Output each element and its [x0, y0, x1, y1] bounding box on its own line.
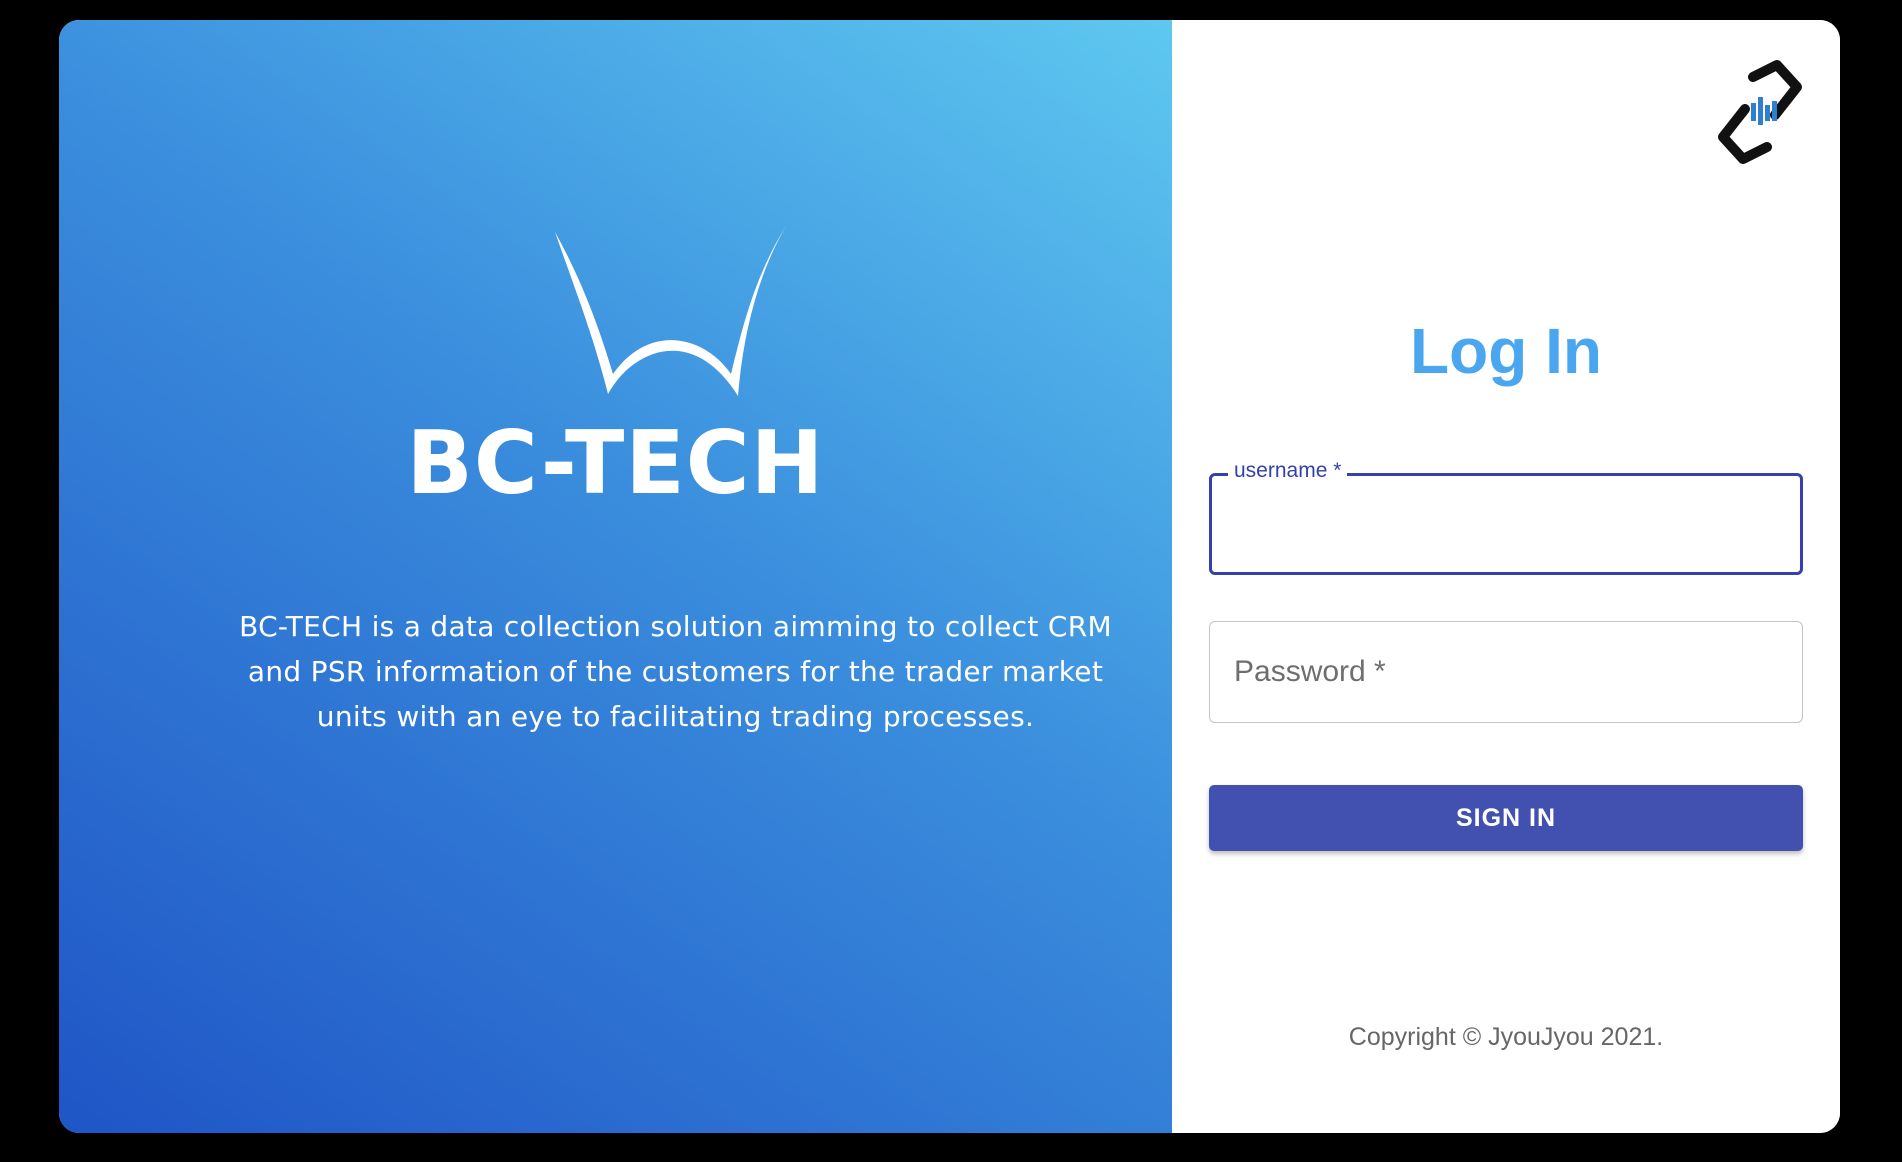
login-window: BC-TECH BC-TECH is a data collection sol…	[59, 20, 1840, 1133]
login-title: Log In	[1410, 315, 1602, 387]
copyright-text: Copyright © JyouJyou 2021.	[1348, 1023, 1664, 1051]
login-panel: Log In username * SIGN IN Copyright © Jy…	[1172, 20, 1840, 1133]
username-field[interactable]: username *	[1209, 459, 1803, 575]
password-field[interactable]	[1209, 621, 1803, 723]
password-input[interactable]	[1210, 622, 1802, 722]
brand-description: BC-TECH is a data collection solution ai…	[239, 610, 1112, 733]
brand-hero-panel: BC-TECH BC-TECH is a data collection sol…	[59, 20, 1172, 1133]
chain-link-logo-icon	[1718, 60, 1802, 164]
sign-in-button[interactable]: SIGN IN	[1209, 785, 1803, 851]
username-input[interactable]	[1212, 476, 1800, 572]
w-swoosh-logo-icon	[555, 226, 786, 396]
brand-title: BC-TECH	[406, 412, 825, 514]
